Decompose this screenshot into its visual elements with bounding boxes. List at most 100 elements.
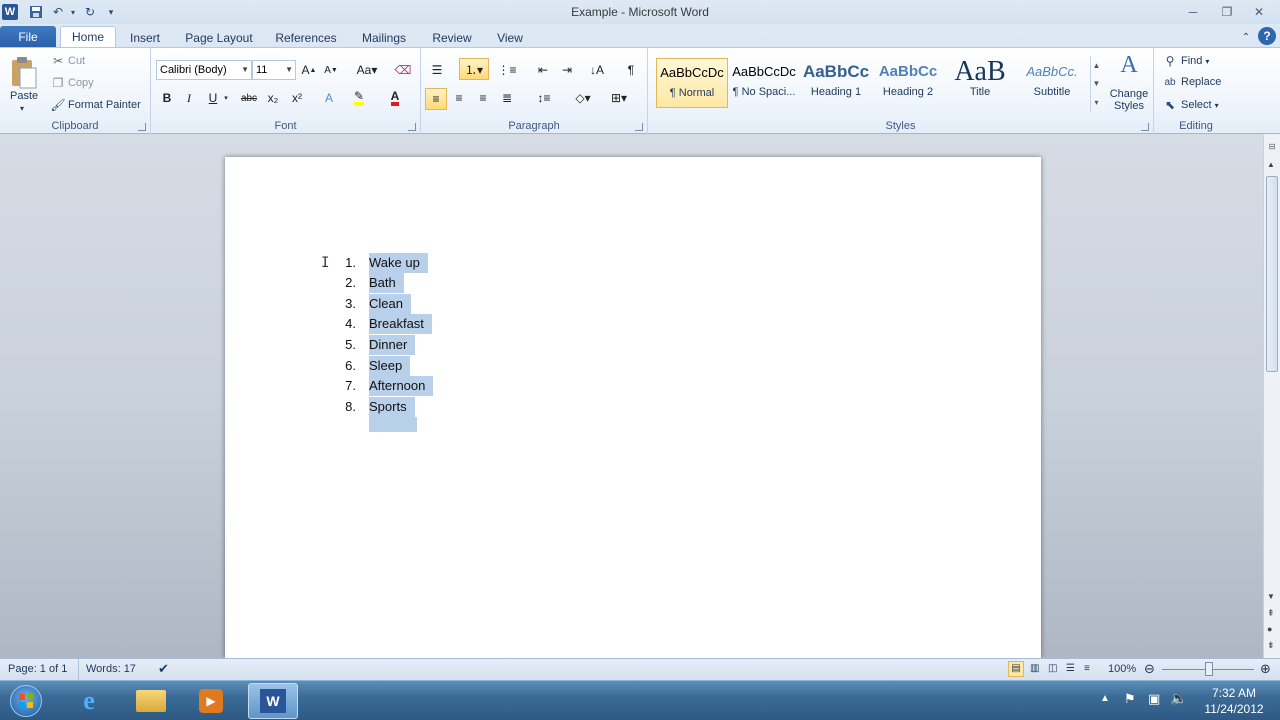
full-screen-reading-icon[interactable]: ▥ [1030, 663, 1039, 674]
justify-icon[interactable]: ≣ [497, 88, 517, 108]
show-hidden-icons-icon[interactable]: ▲ [1100, 693, 1110, 704]
select-button[interactable]: ⬉ Select ▾ [1162, 98, 1219, 112]
sort-icon[interactable]: ↓A [587, 60, 607, 80]
multilevel-list-icon[interactable]: ⋮≡ [497, 60, 517, 80]
browse-object-icon[interactable]: ● [1267, 624, 1272, 634]
outline-icon[interactable]: ☰ [1066, 663, 1075, 674]
list-item[interactable]: 1. Wake up [225, 253, 625, 273]
line-spacing-icon[interactable]: ↕≡ [531, 88, 557, 108]
tab-references[interactable]: References [270, 28, 342, 48]
vertical-scrollbar[interactable]: ⊟ ▲ ▼ ⇞ ● ⇟ [1263, 134, 1280, 658]
style-no-spacing[interactable]: AaBbCcDc ¶ No Spaci... [728, 58, 800, 108]
next-page-icon[interactable]: ⇟ [1267, 640, 1275, 651]
align-left-icon[interactable]: ≡ [425, 88, 447, 110]
style-title[interactable]: AaB Title [944, 58, 1016, 108]
show-formatting-icon[interactable]: ¶ [621, 60, 641, 80]
underline-button[interactable]: U [203, 88, 223, 108]
paragraph-launcher-icon[interactable]: . [635, 123, 643, 131]
paste-dropdown-icon[interactable]: ▾ [20, 104, 24, 113]
close-icon[interactable]: ✕ [1246, 3, 1272, 21]
list-item[interactable]: 8. Sports [225, 397, 625, 417]
media-player-icon[interactable]: ▶ [186, 683, 236, 719]
underline-dropdown-icon[interactable]: ▾ [221, 88, 231, 108]
highlight-icon[interactable]: ✎ [349, 88, 369, 108]
tab-home[interactable]: Home [60, 26, 116, 49]
chevron-up-icon[interactable]: ▲ [1093, 61, 1101, 70]
list-item[interactable]: 4. Breakfast [225, 314, 625, 334]
list-text[interactable]: Afternoon [369, 376, 434, 396]
grow-font-icon[interactable]: A ▲ [299, 60, 319, 80]
tab-mailings[interactable]: Mailings [354, 28, 414, 48]
tab-page-layout[interactable]: Page Layout [180, 28, 258, 48]
list-item[interactable]: 2. Bath [225, 273, 625, 293]
list-item[interactable]: 6. Sleep [225, 356, 625, 376]
cut-button[interactable]: ✂ Cut [50, 54, 85, 68]
web-layout-icon[interactable]: ◫ [1048, 663, 1057, 674]
borders-icon[interactable]: ⊞▾ [605, 88, 633, 108]
scrollbar-thumb[interactable] [1266, 176, 1278, 372]
style-heading-2[interactable]: AaBbCc Heading 2 [872, 58, 944, 108]
minimize-icon[interactable]: ─ [1180, 3, 1206, 21]
list-text[interactable]: Dinner [369, 335, 416, 355]
replace-button[interactable]: ab Replace [1162, 76, 1221, 88]
font-family-select[interactable]: Calibri (Body) ▼ [156, 60, 252, 80]
shading-icon[interactable]: ◇▾ [569, 88, 597, 108]
list-text[interactable]: Bath [369, 273, 404, 293]
tab-view[interactable]: View [490, 28, 530, 48]
page-count[interactable]: Page: 1 of 1 [8, 663, 67, 675]
list-text[interactable]: Sports [369, 397, 415, 417]
proofing-icon[interactable]: ✔ [158, 661, 169, 677]
clipboard-launcher-icon[interactable]: . [138, 123, 146, 131]
increase-indent-icon[interactable]: ⇥ [557, 60, 577, 80]
tab-file[interactable]: File [0, 26, 56, 48]
scroll-up-icon[interactable]: ▲ [1267, 160, 1275, 169]
clear-formatting-icon[interactable]: ⌫ [393, 60, 413, 80]
decrease-indent-icon[interactable]: ⇤ [533, 60, 553, 80]
list-item[interactable]: 3. Clean [225, 294, 625, 314]
tab-review[interactable]: Review [426, 28, 478, 48]
print-layout-icon[interactable]: ▤ [1008, 661, 1024, 677]
styles-scroll[interactable]: ▲ ▼ ▾ [1090, 56, 1102, 112]
minimize-ribbon-icon[interactable]: ⌃ [1238, 28, 1254, 48]
file-explorer-icon[interactable] [126, 683, 176, 719]
change-styles-button[interactable]: Change Styles [1104, 88, 1154, 112]
italic-button[interactable]: I [179, 88, 199, 108]
text-effects-icon[interactable]: A [319, 88, 339, 108]
internet-explorer-icon[interactable]: e [64, 683, 114, 719]
start-button[interactable] [4, 683, 48, 719]
list-item[interactable]: 5. Dinner [225, 335, 625, 355]
draft-icon[interactable]: ≡ [1084, 663, 1090, 674]
styles-launcher-icon[interactable]: . [1141, 123, 1149, 131]
previous-page-icon[interactable]: ⇞ [1267, 608, 1275, 619]
ruler-toggle-icon[interactable]: ⊟ [1266, 142, 1278, 154]
more-styles-icon[interactable]: ▾ [1094, 98, 1098, 107]
numbering-icon[interactable]: ⒈▾ [459, 58, 489, 80]
style-subtitle[interactable]: AaBbCc. Subtitle [1016, 58, 1088, 108]
strikethrough-button[interactable]: abc [239, 88, 259, 108]
align-center-icon[interactable]: ≡ [449, 88, 469, 108]
shrink-font-icon[interactable]: A ▼ [321, 60, 341, 80]
font-size-select[interactable]: 11 ▼ [252, 60, 296, 80]
document-page[interactable]: I 1. Wake up 2. Bath 3. Clean 4. Breakfa… [225, 157, 1041, 658]
bullets-icon[interactable]: ☰ [427, 60, 447, 80]
tab-insert[interactable]: Insert [122, 28, 168, 48]
volume-icon[interactable]: 🔈 [1170, 690, 1187, 707]
format-painter-button[interactable]: 🖌 Format Painter [50, 98, 140, 112]
list-text[interactable]: Clean [369, 294, 411, 314]
list-text[interactable]: Sleep [369, 356, 411, 376]
list-text[interactable]: Breakfast [369, 314, 432, 334]
superscript-button[interactable]: x² [287, 88, 307, 108]
restore-icon[interactable]: ❐ [1214, 3, 1240, 21]
align-right-icon[interactable]: ≡ [473, 88, 493, 108]
paste-button[interactable]: Paste [10, 90, 38, 102]
network-icon[interactable]: ▣ [1148, 691, 1160, 707]
change-styles-icon[interactable]: A [1108, 52, 1150, 78]
zoom-level[interactable]: 100% [1108, 663, 1136, 675]
paste-icon[interactable] [6, 52, 42, 94]
word-count[interactable]: Words: 17 [86, 663, 136, 675]
subscript-button[interactable]: x₂ [263, 88, 283, 108]
word-taskbar-icon[interactable]: W [248, 683, 298, 719]
find-button[interactable]: ⚲ Find ▾ [1162, 54, 1210, 68]
help-icon[interactable]: ? [1258, 27, 1276, 45]
font-launcher-icon[interactable]: . [408, 123, 416, 131]
